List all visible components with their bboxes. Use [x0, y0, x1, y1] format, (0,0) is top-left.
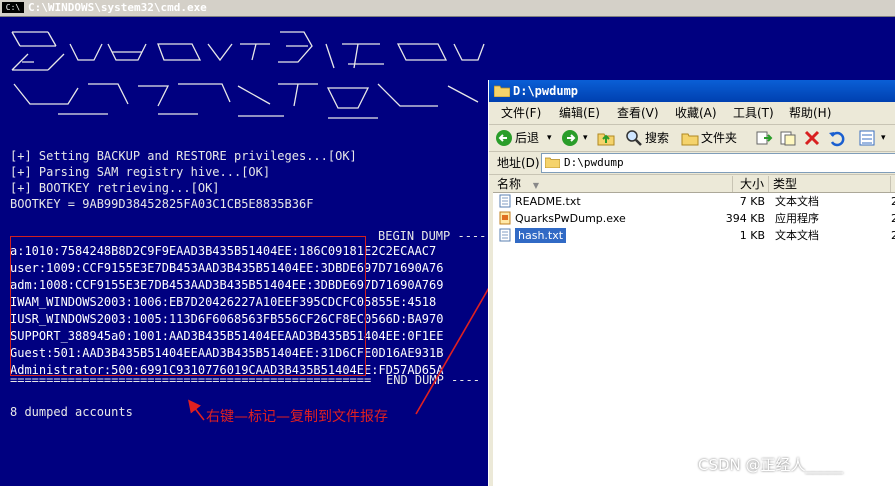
selection-highlight-box [10, 236, 366, 376]
menu-file[interactable]: 文件(F) [501, 105, 541, 121]
end-dump-label: END DUMP ---- [386, 373, 480, 387]
explorer-window-title: D:\pwdump [513, 84, 579, 98]
text-file-icon [499, 194, 511, 208]
back-arrow-icon[interactable] [495, 129, 513, 147]
column-header-name[interactable]: 名称 ▼ [493, 176, 733, 192]
file-type: 文本文档 [775, 229, 819, 242]
menu-edit[interactable]: 编辑(E) [559, 105, 600, 121]
file-type: 应用程序 [775, 212, 819, 225]
menu-tools[interactable]: 工具(T) [733, 105, 774, 121]
file-row-quarkspwdump[interactable]: QuarksPwDump.exe 394 KB 应用程序 2 [493, 210, 895, 227]
file-list: 名称 ▼ 大小 类型 README.txt 7 KB 文本文档 2 Quarks… [493, 176, 895, 486]
undo-icon[interactable] [827, 129, 845, 147]
views-dropdown-icon[interactable]: ▾ [881, 130, 886, 146]
file-row-hash[interactable]: hash.txt 1 KB 文本文档 2 [493, 227, 895, 244]
search-icon[interactable] [625, 129, 643, 147]
status-line-1: [+] Setting BACKUP and RESTORE privilege… [10, 149, 357, 163]
file-size: 1 KB [739, 229, 765, 242]
column-header-size[interactable]: 大小 [733, 176, 769, 192]
address-input[interactable]: D:\pwdump [541, 153, 895, 173]
file-name: QuarksPwDump.exe [515, 212, 626, 225]
copy-to-icon[interactable] [779, 129, 797, 147]
column-header-type[interactable]: 类型 [769, 176, 891, 192]
status-line-3: [+] BOOTKEY retrieving...[OK] [10, 181, 220, 195]
begin-dump-label: BEGIN DUMP ---- [378, 229, 487, 243]
arrow-to-dump [188, 399, 205, 421]
exe-file-icon [499, 211, 511, 225]
move-to-icon[interactable] [755, 129, 773, 147]
cmd-window-title: C:\WINDOWS\system32\cmd.exe [28, 1, 207, 14]
cmd-title-bar[interactable]: C:\ C:\WINDOWS\system32\cmd.exe [0, 0, 895, 17]
explorer-window: D:\pwdump 文件(F) 编辑(E) 查看(V) 收藏(A) 工具(T) … [488, 80, 895, 486]
text-file-icon [499, 228, 511, 242]
folders-button-label[interactable]: 文件夹 [701, 130, 737, 146]
status-line-2: [+] Parsing SAM registry hive...[OK] [10, 165, 271, 179]
sort-indicator-icon: ▼ [532, 181, 539, 190]
menu-bar: 文件(F) 编辑(E) 查看(V) 收藏(A) 工具(T) 帮助(H) [489, 102, 895, 125]
up-folder-icon[interactable] [597, 129, 615, 147]
address-value: D:\pwdump [564, 156, 624, 169]
file-list-header: 名称 ▼ 大小 类型 [493, 176, 895, 193]
search-button-label[interactable]: 搜索 [645, 130, 669, 146]
file-extra-column: 2 [891, 210, 895, 227]
file-name: README.txt [515, 195, 581, 208]
bootkey-line: BOOTKEY = 9AB99D38452825FA03C1CB5E8835B3… [10, 197, 314, 211]
folder-icon [545, 157, 560, 168]
file-extra-column: 2 [891, 193, 895, 210]
file-name-selected: hash.txt [513, 227, 568, 244]
file-size: 7 KB [739, 195, 765, 208]
dumped-accounts-summary: 8 dumped accounts [10, 405, 133, 419]
folders-icon[interactable] [681, 129, 699, 147]
file-type: 文本文档 [775, 195, 819, 208]
file-row-readme[interactable]: README.txt 7 KB 文本文档 2 [493, 193, 895, 210]
back-dropdown-icon[interactable]: ▾ [547, 130, 552, 146]
quarks-banner-art [11, 31, 485, 119]
csdn-watermark: CSDN @正经人_____ [698, 456, 844, 474]
explorer-title-bar[interactable]: D:\pwdump [489, 80, 895, 103]
forward-arrow-icon[interactable] [561, 129, 579, 147]
file-extra-column: 2 [891, 227, 895, 244]
views-icon[interactable] [859, 129, 879, 147]
folder-icon [494, 85, 510, 97]
column-header-name-label: 名称 [497, 177, 522, 191]
back-button-label[interactable]: 后退 [515, 130, 539, 146]
address-bar: 地址(D) D:\pwdump [489, 152, 895, 175]
forward-dropdown-icon[interactable]: ▾ [583, 130, 588, 146]
address-label: 地址(D) [497, 156, 540, 170]
cmd-app-icon: C:\ [2, 2, 24, 13]
toolbar: 后退 ▾ ▾ 搜索 文件夹 ▾ [489, 125, 895, 152]
file-size: 394 KB [725, 212, 765, 225]
menu-view[interactable]: 查看(V) [617, 105, 659, 121]
annotation-text: 右键—标记—复制到文件报存 [206, 409, 388, 425]
menu-favorites[interactable]: 收藏(A) [675, 105, 717, 121]
menu-help[interactable]: 帮助(H) [789, 105, 831, 121]
delete-icon[interactable] [803, 129, 821, 147]
